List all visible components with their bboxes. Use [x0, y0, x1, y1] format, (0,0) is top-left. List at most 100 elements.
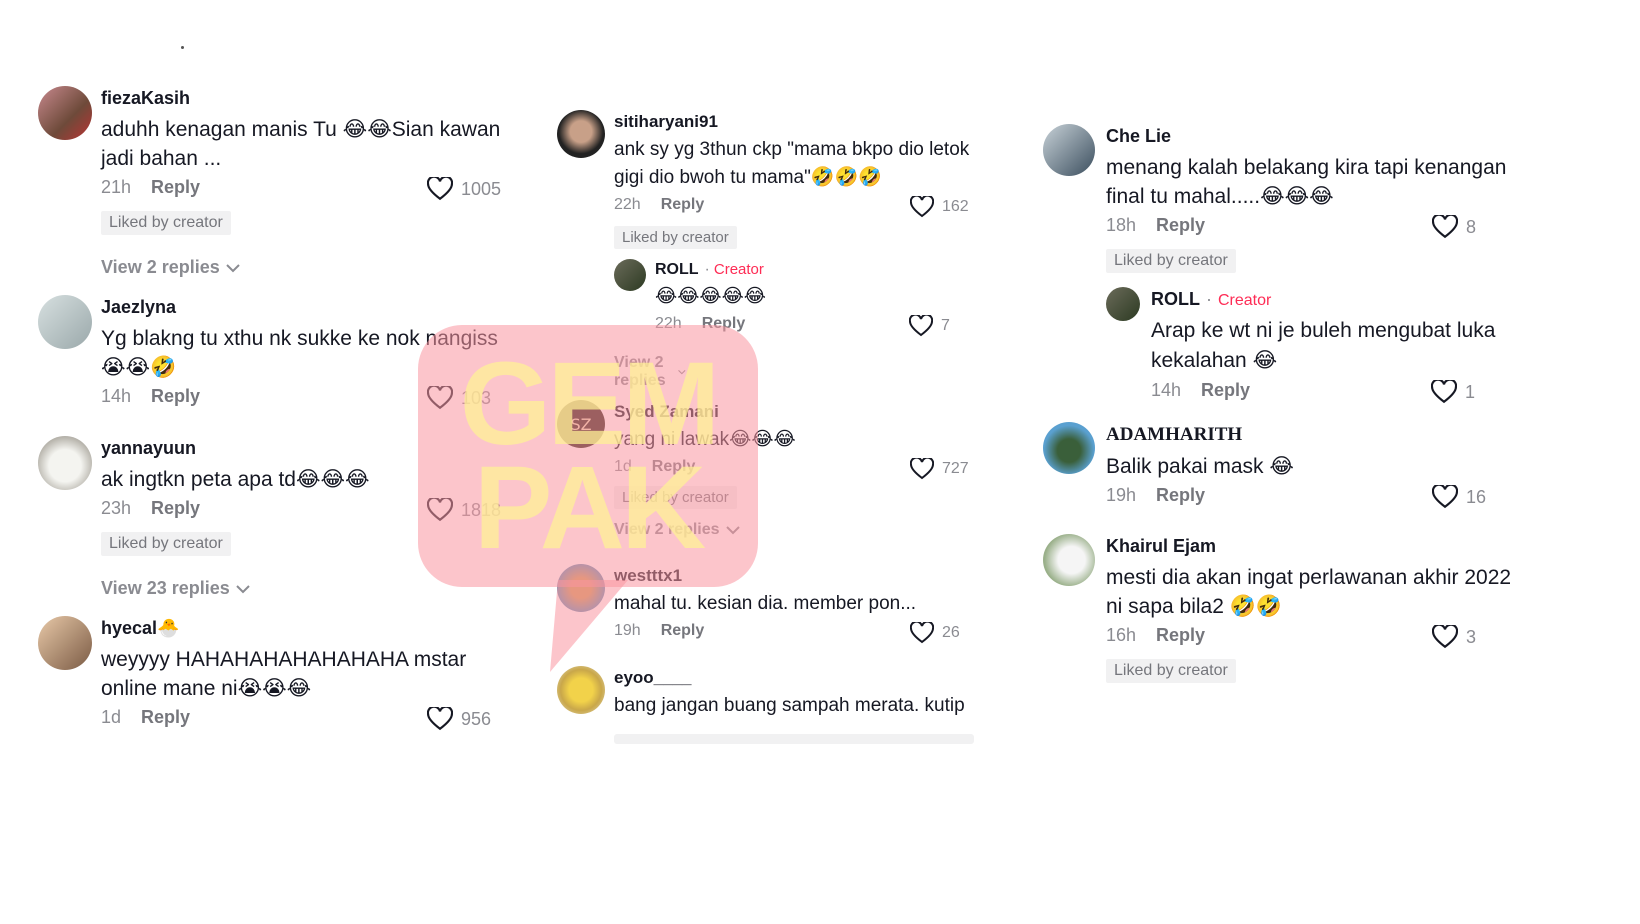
like-count: 26 [942, 624, 960, 641]
like-button[interactable]: 727 [910, 458, 969, 480]
heart-icon [910, 622, 934, 644]
heart-icon [909, 315, 933, 337]
reply-button[interactable]: Reply [151, 386, 200, 406]
like-button[interactable]: 1 [1431, 380, 1475, 404]
reply-button[interactable]: Reply [151, 498, 200, 518]
like-button[interactable]: 7 [909, 315, 950, 337]
comment-time: 19h [1106, 485, 1137, 505]
heart-icon [427, 386, 453, 410]
reply-button[interactable]: Reply [151, 177, 200, 197]
avatar[interactable] [1043, 534, 1095, 586]
avatar[interactable] [1043, 422, 1095, 474]
separator-dot: · [1206, 289, 1212, 309]
avatar[interactable] [1043, 124, 1095, 176]
comment-username[interactable]: eyoo____ [614, 668, 974, 688]
comment-meta: 22h Reply 7 [655, 315, 970, 341]
avatar[interactable] [38, 436, 92, 490]
view-replies-button[interactable]: View 2 replies [101, 257, 506, 278]
avatar[interactable] [614, 259, 646, 291]
avatar[interactable]: SZ [557, 400, 605, 448]
comment-meta: 18h Reply 8 [1106, 215, 1516, 241]
avatar[interactable] [557, 110, 605, 158]
heart-icon [1432, 215, 1458, 239]
avatar[interactable] [38, 295, 92, 349]
comment-username[interactable]: Che Lie [1106, 126, 1516, 147]
comment-time: 19h [614, 622, 641, 639]
avatar[interactable] [1106, 287, 1140, 321]
like-count: 162 [942, 198, 969, 215]
comment-text: ak ingtkn peta apa td😂😂😂 [101, 468, 370, 491]
comment-meta: 22h Reply 162 [614, 196, 974, 222]
chevron-down-icon [678, 369, 686, 375]
liked-by-creator-badge: Liked by creator [101, 211, 231, 235]
comment-username[interactable]: Syed Zamani [614, 402, 974, 422]
comment-text: bang jangan buang sampah merata. kutip [614, 695, 965, 716]
comment-text: aduhh kenagan manis Tu 😂😂Sian kawan jadi… [101, 118, 501, 170]
comment-time: 14h [101, 386, 132, 406]
like-count: 16 [1466, 486, 1487, 507]
comment-text: mahal tu. kesian dia. member pon... [614, 593, 917, 614]
creator-tag: Creator [713, 261, 764, 278]
avatar[interactable] [557, 666, 605, 714]
view-replies-button[interactable]: View 2 replies [614, 354, 686, 390]
reply-button[interactable]: Reply [1156, 485, 1205, 505]
comment-text: mesti dia akan ingat perlawanan akhir 20… [1106, 566, 1512, 618]
reply-button[interactable]: Reply [1156, 215, 1205, 235]
comment-username[interactable]: Khairul Ejam [1106, 536, 1516, 557]
comment-username[interactable]: Jaezlyna [101, 297, 506, 318]
comment-text: Yg blakng tu xthu nk sukke ke nok nangis… [101, 327, 498, 379]
like-button[interactable]: 3 [1432, 625, 1476, 649]
reply-button[interactable]: Reply [141, 707, 190, 727]
view-replies-label: View 2 replies [614, 521, 720, 538]
like-button[interactable]: 8 [1432, 215, 1476, 239]
like-button[interactable]: 162 [910, 196, 969, 218]
view-replies-button[interactable]: View 23 replies [101, 578, 506, 599]
chevron-down-icon [725, 526, 740, 535]
comment-text: menang kalah belakang kira tapi kenangan… [1106, 156, 1507, 208]
like-count: 1818 [461, 499, 502, 520]
comment-time: 16h [1106, 625, 1137, 645]
reply-button[interactable]: Reply [1201, 380, 1250, 400]
like-button[interactable]: 103 [427, 386, 491, 410]
comment-username[interactable]: westttx1 [614, 566, 974, 586]
like-button[interactable]: 16 [1432, 485, 1486, 509]
reply-button[interactable]: Reply [1156, 625, 1205, 645]
heart-icon [427, 177, 453, 201]
reply-button[interactable]: Reply [702, 315, 746, 332]
comment-text: 😂😂😂😂😂 [655, 286, 767, 307]
reply-button[interactable]: Reply [652, 458, 696, 475]
comment-username[interactable]: fiezaKasih [101, 88, 506, 109]
comment-time: 1d [614, 458, 632, 475]
view-replies-button[interactable]: View 2 replies [614, 521, 974, 539]
reply-button[interactable]: Reply [661, 622, 705, 639]
comment-username[interactable]: yannayuun [101, 438, 506, 459]
comment-time: 18h [1106, 215, 1137, 235]
like-button[interactable]: 1005 [427, 177, 501, 201]
comment-text: yang ni lawak😂😂😂 [614, 429, 796, 450]
liked-by-creator-badge: Liked by creator [1106, 249, 1236, 273]
comment-username[interactable]: ADAMHARITH [1106, 424, 1516, 446]
comment-time: 23h [101, 498, 132, 518]
comment-input-bar[interactable] [614, 734, 974, 744]
comment-meta: 14h Reply 1 [1151, 380, 1521, 406]
comment-meta: 1d Reply 727 [614, 458, 974, 484]
comment-username[interactable]: ROLL · Creator [1151, 289, 1521, 310]
like-button[interactable]: 26 [910, 622, 960, 644]
chevron-down-icon [226, 263, 240, 272]
avatar[interactable] [38, 616, 92, 670]
comment-username[interactable]: sitiharyani91 [614, 112, 974, 132]
heart-icon [1431, 380, 1457, 404]
comment-meta: 21h Reply 1005 [101, 177, 506, 203]
reply-button[interactable]: Reply [661, 196, 705, 213]
comment-username[interactable]: ROLL · Creator [655, 261, 970, 279]
avatar[interactable] [557, 564, 605, 612]
liked-by-creator-badge: Liked by creator [614, 226, 737, 249]
chevron-down-icon [236, 584, 250, 593]
like-button[interactable]: 956 [427, 707, 491, 731]
avatar[interactable] [38, 86, 92, 140]
comment-meta: 14h Reply 103 [101, 386, 506, 412]
like-count: 1005 [461, 178, 502, 199]
like-button[interactable]: 1818 [427, 498, 501, 522]
comment-username[interactable]: hyecal🐣 [101, 618, 506, 639]
comment-time: 22h [655, 315, 682, 332]
